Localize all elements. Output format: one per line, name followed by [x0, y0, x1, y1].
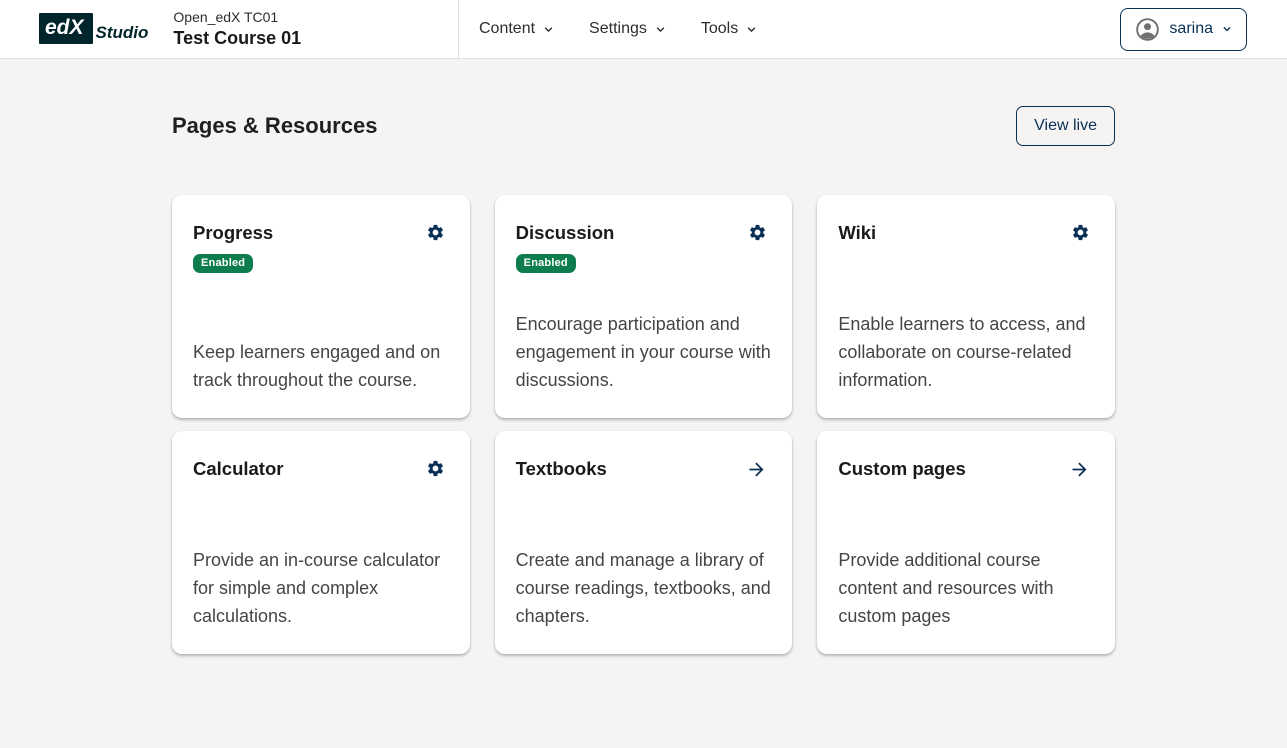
nav-tools-label: Tools [701, 20, 738, 38]
card-settings-button[interactable] [426, 223, 445, 242]
card-settings-button[interactable] [1071, 223, 1090, 242]
settings-gear-icon [426, 459, 445, 478]
chevron-down-icon [1221, 23, 1233, 35]
header-divider [458, 0, 459, 58]
course-org-number: Open_edX TC01 [173, 9, 301, 26]
pages-resources-main: Pages & Resources View live Progress Ena… [172, 59, 1115, 654]
enabled-badge: Enabled [516, 254, 576, 273]
nav-settings-label: Settings [589, 20, 647, 38]
card-title: Discussion [516, 221, 615, 244]
card-settings-button[interactable] [748, 223, 767, 242]
chevron-down-icon [542, 23, 555, 36]
card-description: Keep learners engaged and on track throu… [193, 338, 450, 394]
studio-logo-label: Studio [96, 23, 149, 44]
card-title: Calculator [193, 457, 283, 480]
page-card: Progress Enabled Keep learners engaged a… [172, 195, 470, 418]
card-description: Provide additional course content and re… [838, 546, 1095, 630]
card-description: Enable learners to access, and collabora… [838, 310, 1095, 394]
settings-gear-icon [426, 223, 445, 242]
enabled-badge: Enabled [193, 254, 253, 273]
nav-content[interactable]: Content [479, 20, 555, 38]
card-open-button[interactable] [746, 459, 767, 480]
top-header: edX Studio Open_edX TC01 Test Course 01 … [0, 0, 1287, 59]
course-title: Test Course 01 [173, 28, 301, 50]
card-title: Wiki [838, 221, 876, 244]
cards-grid: Progress Enabled Keep learners engaged a… [172, 195, 1115, 654]
page-title: Pages & Resources [172, 113, 377, 139]
card-settings-button[interactable] [426, 459, 445, 478]
card-description: Encourage participation and engagement i… [516, 310, 773, 394]
page-card: Calculator Provide an in-course calculat… [172, 431, 470, 654]
page-card: Custom pages Provide additional course c… [817, 431, 1115, 654]
username-label: sarina [1169, 20, 1213, 38]
edx-studio-logo[interactable]: edX Studio [39, 13, 148, 44]
page-header: Pages & Resources View live [172, 106, 1115, 146]
nav-content-label: Content [479, 20, 535, 38]
card-description: Provide an in-course calculator for simp… [193, 546, 450, 630]
settings-gear-icon [1071, 223, 1090, 242]
course-info: Open_edX TC01 Test Course 01 [173, 9, 301, 49]
avatar-icon [1134, 16, 1161, 43]
nav-tools[interactable]: Tools [701, 20, 758, 38]
page-card: Wiki Enable learners to access, and coll… [817, 195, 1115, 418]
card-open-button[interactable] [1069, 459, 1090, 480]
nav-settings[interactable]: Settings [589, 20, 667, 38]
settings-gear-icon [748, 223, 767, 242]
user-menu-button[interactable]: sarina [1120, 8, 1247, 51]
page-card: Textbooks Create and manage a library of… [495, 431, 793, 654]
card-title: Progress [193, 221, 273, 244]
edx-logo-mark: edX [39, 13, 93, 44]
main-nav: Content Settings Tools [479, 20, 758, 38]
arrow-forward-icon [1069, 459, 1090, 480]
page-card: Discussion Enabled Encourage participati… [495, 195, 793, 418]
card-description: Create and manage a library of course re… [516, 546, 773, 630]
chevron-down-icon [745, 23, 758, 36]
card-title: Textbooks [516, 457, 607, 480]
view-live-button[interactable]: View live [1016, 106, 1115, 146]
arrow-forward-icon [746, 459, 767, 480]
card-title: Custom pages [838, 457, 965, 480]
chevron-down-icon [654, 23, 667, 36]
